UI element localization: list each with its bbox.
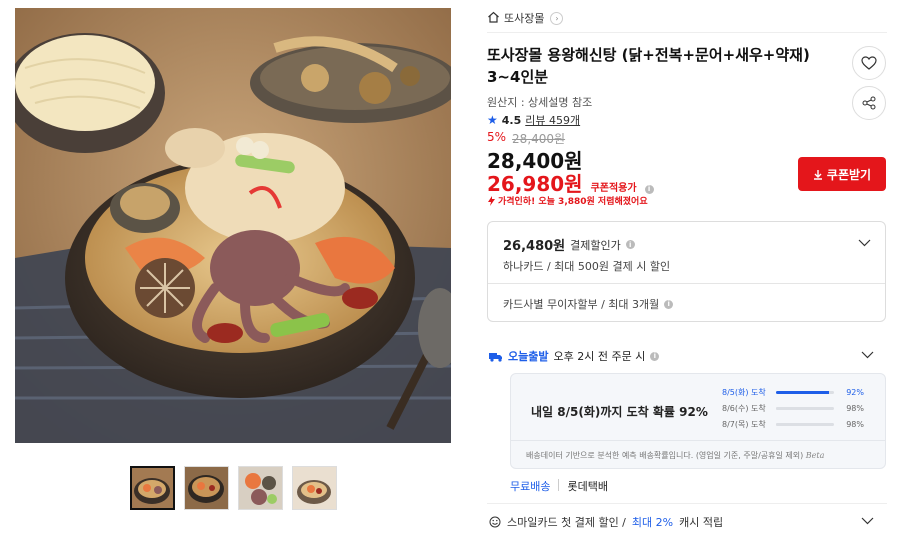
smile-text-1: 스마일카드 첫 결제 할인 /	[507, 516, 626, 529]
info-icon[interactable]: i	[644, 184, 654, 194]
delivery-date: 8/5(화) 도착	[722, 387, 766, 397]
delivery-prediction-box: 내일 8/5(화)까지 도착 확률 92% 8/5(화) 도착 92% 8/6(…	[510, 373, 886, 469]
rating-summary: ★ 4.5 리뷰 459개	[487, 112, 580, 128]
wishlist-button[interactable]	[852, 46, 886, 80]
divider	[511, 440, 885, 441]
divider	[487, 32, 887, 33]
card-discount-detail: 하나카드 / 최대 500원 결제 시 할인	[503, 260, 671, 273]
delivery-date: 8/6(수) 도착	[722, 403, 766, 413]
product-origin: 원산지 : 상세설명 참조	[487, 96, 593, 109]
price-drop-notice: 가격인하! 오늘 3,880원 저렴해졌어요	[487, 194, 648, 207]
thumbnail-4[interactable]	[292, 466, 337, 510]
thumbnail-1[interactable]	[130, 466, 175, 510]
smile-icon	[489, 516, 501, 528]
chevron-down-icon[interactable]	[861, 514, 874, 528]
heart-icon	[861, 56, 877, 70]
shipping-cutoff: 오후 2시 전 주문 시	[553, 350, 646, 363]
info-icon[interactable]: i	[664, 299, 674, 309]
chevron-down-icon[interactable]	[858, 236, 871, 250]
download-icon	[813, 169, 822, 180]
share-icon	[862, 96, 876, 110]
thumbnail-3[interactable]	[238, 466, 283, 510]
card-discount-box[interactable]: 26,480원 결제할인가 i 하나카드 / 최대 500원 결제 시 할인 카…	[487, 221, 886, 322]
lightning-icon	[488, 195, 495, 206]
coupon-price-row: 26,980원 쿠폰적용가 i	[487, 168, 654, 197]
beta-label: Beta	[805, 451, 825, 460]
delivery-date: 8/7(목) 도착	[722, 419, 766, 429]
rating-score: 4.5	[501, 113, 522, 127]
delivery-row: 8/6(수) 도착 98%	[722, 400, 872, 416]
courier-name: 롯데택배	[567, 480, 608, 493]
installment-text: 카드사별 무이자할부 / 최대 3개월	[503, 298, 660, 311]
probability-bar-fill	[776, 390, 830, 394]
delivery-percent: 98%	[846, 419, 864, 429]
installment-row: 카드사별 무이자할부 / 최대 3개월 i	[503, 296, 674, 312]
delivery-note: 배송데이터 기반으로 분석한 예측 배송확률입니다. (영업일 기준, 주말/공…	[526, 450, 824, 461]
shipping-header: 오늘출발 오후 2시 전 주문 시 i	[489, 348, 660, 364]
product-main-image[interactable]	[15, 8, 451, 443]
coupon-download-button[interactable]: 쿠폰받기	[798, 157, 886, 191]
divider	[488, 283, 885, 284]
divider	[558, 479, 560, 491]
truck-icon	[489, 352, 502, 362]
probability-bar	[776, 406, 834, 410]
probability-bar	[776, 390, 834, 394]
delivery-percent: 98%	[846, 403, 864, 413]
card-discount-price: 26,480원	[503, 239, 566, 254]
delivery-percent: 92%	[846, 387, 864, 397]
delivery-probability-list: 8/5(화) 도착 92% 8/6(수) 도착 98% 8/7(목) 도착 98…	[722, 384, 872, 432]
share-button[interactable]	[852, 86, 886, 120]
delivery-headline: 내일 8/5(화)까지 도착 확률 92%	[531, 405, 708, 419]
today-shipping-badge: 오늘출발	[508, 350, 549, 363]
coupon-button-label: 쿠폰받기	[826, 167, 872, 182]
store-link[interactable]: 또사장몰 ›	[487, 9, 564, 27]
chevron-down-icon[interactable]	[861, 348, 874, 362]
store-name: 또사장몰	[504, 12, 545, 25]
card-discount-label: 결제할인가	[570, 238, 621, 252]
price-drop-text: 가격인하! 오늘 3,880원 저렴해졌어요	[498, 197, 648, 207]
probability-bar-fill	[776, 422, 833, 426]
chevron-right-icon: ›	[550, 11, 564, 25]
shipping-method-row: 무료배송 롯데택배	[510, 478, 608, 494]
probability-bar-fill	[776, 406, 833, 410]
coupon-price-label: 쿠폰적용가	[590, 183, 637, 194]
star-icon: ★	[487, 113, 498, 127]
thumbnail-strip	[130, 466, 337, 510]
card-discount-row: 26,480원 결제할인가 i	[503, 235, 635, 254]
delivery-note-text: 배송데이터 기반으로 분석한 예측 배송확률입니다. (영업일 기준, 주말/공…	[526, 451, 804, 460]
product-photo	[15, 8, 451, 443]
smile-card-offer[interactable]: 스마일카드 첫 결제 할인 / 최대 2% 캐시 적립	[489, 514, 723, 530]
free-shipping-label: 무료배송	[510, 480, 551, 493]
review-count-link[interactable]: 리뷰 459개	[525, 112, 580, 128]
product-title: 또사장몰 용왕해신탕 (닭+전복+문어+새우+약재) 3~4인분	[487, 46, 810, 86]
coupon-price: 26,980원	[487, 172, 583, 196]
home-icon	[487, 11, 500, 26]
delivery-row: 8/5(화) 도착 92%	[722, 384, 872, 400]
thumbnail-2[interactable]	[184, 466, 229, 510]
smile-text-3: 캐시 적립	[679, 516, 724, 529]
smile-text-2: 최대 2%	[631, 516, 674, 529]
delivery-row: 8/7(목) 도착 98%	[722, 416, 872, 432]
info-icon[interactable]: i	[625, 240, 635, 249]
divider	[487, 503, 887, 504]
probability-bar	[776, 422, 834, 426]
info-icon[interactable]: i	[650, 351, 660, 361]
